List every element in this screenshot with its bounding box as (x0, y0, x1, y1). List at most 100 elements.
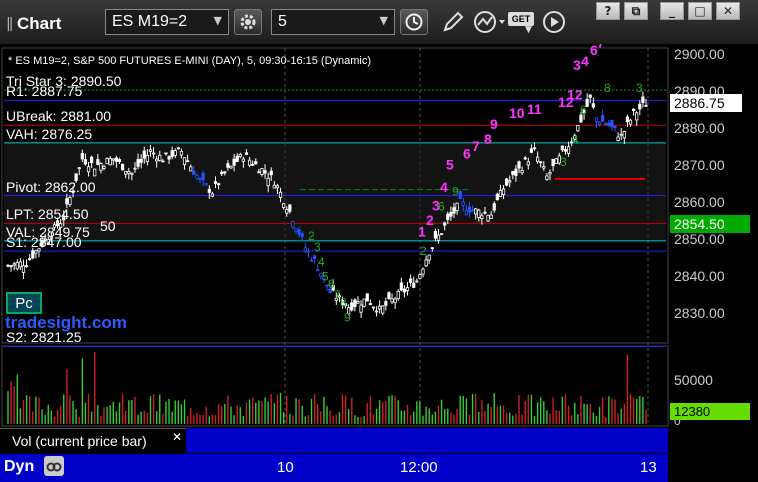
candle-body (424, 259, 428, 267)
candle-body (601, 115, 605, 122)
pc-badge[interactable]: Pc (6, 292, 42, 314)
settings-button[interactable] (234, 9, 262, 35)
link-button[interactable] (44, 456, 64, 476)
sequential-count-label: 4 (440, 179, 448, 195)
candle-body (294, 228, 298, 232)
candle-body (167, 156, 171, 160)
candle-body (189, 166, 193, 172)
candle-body (566, 146, 571, 154)
candle-body (133, 167, 137, 170)
time-tick-label: 12:00 (400, 459, 438, 476)
candle-body (6, 264, 10, 267)
maximize-icon: □ (694, 4, 706, 18)
volume-panel-tab[interactable]: Vol (current price bar) ✕ (0, 428, 186, 454)
candle-body (108, 158, 112, 166)
candle-body (548, 172, 552, 175)
volume-panel-strip (186, 428, 668, 453)
play-button[interactable] (542, 10, 566, 34)
candle-body (24, 265, 29, 268)
candle-body (486, 214, 490, 222)
candle-body (542, 166, 546, 169)
price-chart[interactable]: 1234567891011121234672345678926934683 (0, 44, 758, 482)
sequential-count-label: 12 (567, 86, 583, 102)
candle-body (148, 149, 153, 152)
gear-icon (240, 14, 256, 30)
candle-body (31, 250, 35, 259)
candle-body (96, 159, 100, 165)
candle-body (124, 170, 128, 175)
sequential-count-label: 7 (472, 138, 480, 154)
candle-body (182, 157, 187, 166)
candle-body (644, 105, 648, 107)
last-price-marker: 2886.75 (670, 94, 742, 112)
candle-body (266, 177, 270, 187)
candle-body (353, 299, 357, 307)
minimize-button[interactable]: _ (660, 2, 684, 20)
chain-icon (46, 462, 62, 472)
grip-icon[interactable]: || (6, 16, 14, 32)
candle-body (467, 206, 472, 213)
candle-body (77, 167, 81, 170)
partial-level-label: 50 (100, 218, 116, 234)
get-button[interactable]: GET ▼ (508, 10, 536, 35)
candle-body (142, 150, 146, 159)
link-button[interactable]: ⧉ (624, 2, 648, 20)
candle-body (90, 156, 94, 164)
candle-body (204, 183, 208, 186)
candle-body (430, 247, 434, 250)
price-tick-label: 2860.00 (674, 194, 725, 210)
close-button[interactable]: ✕ (716, 2, 740, 20)
help-button[interactable]: ? (596, 2, 620, 20)
setup-count-label: 8 (604, 81, 611, 95)
candle-body (498, 189, 503, 197)
sequential-count-label: 7 (597, 44, 605, 51)
candle-body (130, 172, 134, 175)
draw-button[interactable] (440, 9, 468, 35)
line-chart-icon (474, 11, 505, 33)
price-tick-label: 2850.00 (674, 231, 725, 247)
candle-body (607, 122, 611, 126)
get-label: GET (508, 12, 534, 26)
setup-count-label: 8 (340, 296, 347, 310)
candle-body (300, 233, 304, 237)
sequential-count-label: 9 (490, 116, 498, 132)
level-label: S1: 2847.00 (6, 234, 82, 251)
candle-body (604, 123, 608, 126)
time-tick-label: 13 (640, 459, 657, 476)
maximize-button[interactable]: □ (688, 2, 712, 20)
candle-body (396, 290, 400, 300)
candle-body (489, 214, 493, 219)
close-icon[interactable]: ✕ (172, 430, 182, 444)
candle-body (111, 158, 115, 161)
interval-dropdown[interactable]: 5 ▼ (271, 9, 395, 35)
candle-body (164, 152, 168, 155)
candle-body (114, 157, 118, 162)
candle-body (501, 188, 506, 196)
candle-body (393, 298, 397, 304)
candle-body (505, 178, 509, 186)
candle-body (635, 112, 639, 121)
candle-body (220, 171, 224, 175)
candle-body (80, 153, 84, 160)
candle-body (65, 198, 69, 205)
candle-body (545, 175, 549, 181)
candle-body (285, 209, 289, 214)
candle-body (443, 222, 447, 226)
time-button[interactable] (400, 9, 428, 35)
sequential-count-label: 10 (509, 105, 525, 121)
symbol-dropdown[interactable]: ES M19=2 ▼ (105, 9, 229, 35)
study-button[interactable] (472, 9, 506, 35)
clock-icon (405, 13, 423, 31)
candle-body (616, 136, 620, 141)
setup-count-label: 3 (636, 81, 643, 95)
candle-body (610, 119, 614, 128)
chart-header: * ES M19=2, S&P 500 FUTURES E-MINI (DAY)… (8, 55, 372, 67)
candle-body (532, 147, 537, 150)
candle-body (415, 280, 419, 283)
candle-body (288, 204, 292, 212)
candle-body (102, 165, 106, 169)
candle-body (588, 94, 592, 98)
setup-count-label: 9 (452, 185, 459, 199)
candle-body (309, 259, 314, 262)
candle-body (523, 157, 527, 160)
